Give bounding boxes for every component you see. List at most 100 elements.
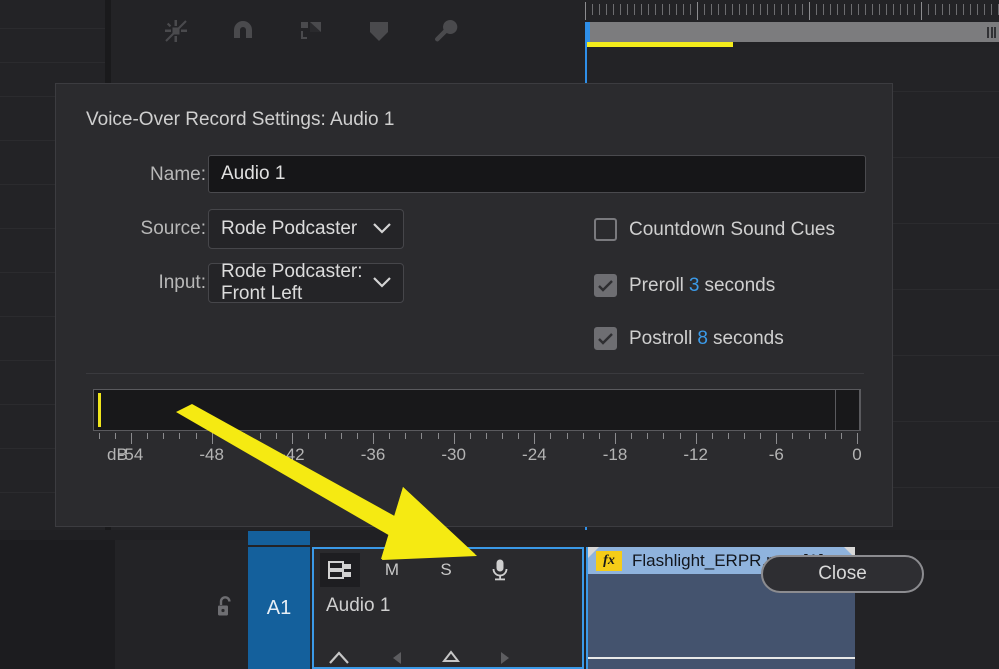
db-tick-minor bbox=[598, 433, 600, 439]
ruler-tick bbox=[767, 4, 768, 15]
db-tick-minor bbox=[840, 433, 842, 439]
db-tick-minor bbox=[308, 433, 310, 439]
db-tick-major bbox=[857, 433, 858, 444]
mute-button[interactable]: M bbox=[372, 553, 412, 587]
ruler-tick bbox=[886, 4, 887, 15]
db-tick-major bbox=[292, 433, 294, 444]
postroll-seconds-value[interactable]: 8 bbox=[697, 328, 708, 350]
keyframe-nav-row[interactable] bbox=[314, 647, 582, 669]
solo-button[interactable]: S bbox=[426, 553, 466, 587]
input-dropdown[interactable]: Rode Podcaster: Front Left bbox=[208, 261, 404, 304]
mute-label: M bbox=[384, 560, 400, 579]
db-tick-label: -36 bbox=[360, 445, 386, 464]
scrollbar-grip[interactable] bbox=[987, 27, 996, 38]
ruler-tick bbox=[879, 4, 880, 15]
wrench-settings-icon[interactable] bbox=[429, 14, 463, 48]
db-tick-major bbox=[615, 433, 616, 444]
source-label: Source: bbox=[140, 218, 206, 239]
checkbox-preroll[interactable]: Preroll 3 seconds bbox=[594, 274, 775, 297]
checkbox-postroll[interactable]: Postroll 8 seconds bbox=[594, 327, 784, 350]
ruler-tick bbox=[802, 4, 803, 15]
db-tick-label: -12 bbox=[683, 445, 708, 464]
ruler-tick bbox=[977, 4, 978, 15]
db-tick-minor bbox=[114, 433, 116, 439]
solo-label: S bbox=[440, 560, 452, 579]
db-tick-minor bbox=[227, 433, 229, 439]
keyframe-add-icon[interactable] bbox=[328, 650, 350, 669]
marker-shield-icon[interactable] bbox=[362, 14, 396, 48]
db-tick-major bbox=[534, 433, 536, 444]
db-tick-minor bbox=[98, 433, 100, 439]
db-tick-minor bbox=[550, 433, 552, 439]
timeline-scrollbar[interactable] bbox=[585, 22, 999, 42]
source-dropdown[interactable]: Rode Podcaster bbox=[208, 209, 404, 249]
preroll-seconds-value[interactable]: 3 bbox=[689, 275, 700, 297]
ruler-tick bbox=[739, 4, 740, 15]
close-button[interactable]: Close bbox=[761, 555, 924, 593]
ruler-tick bbox=[781, 4, 782, 15]
timeline-toolbar bbox=[111, 0, 585, 62]
db-tick-minor bbox=[808, 433, 810, 439]
db-tick-minor bbox=[163, 433, 165, 439]
voice-over-record-settings-dialog: Voice-Over Record Settings: Audio 1 Name… bbox=[55, 83, 924, 593]
chevron-down-icon bbox=[373, 218, 391, 240]
keyframe-marker-icon[interactable] bbox=[441, 650, 461, 669]
db-tick-minor bbox=[502, 433, 504, 439]
db-tick-minor bbox=[485, 433, 487, 439]
db-tick-minor bbox=[792, 433, 794, 439]
ruler-tick bbox=[760, 4, 761, 15]
db-tick-minor bbox=[276, 433, 278, 439]
db-tick-minor bbox=[760, 433, 762, 439]
dialog-title: Voice-Over Record Settings: Audio 1 bbox=[86, 109, 395, 130]
marker-flag-icon[interactable] bbox=[294, 14, 328, 48]
track-target-icon[interactable] bbox=[320, 553, 360, 587]
linked-selection-icon[interactable] bbox=[159, 14, 193, 48]
ruler-tick bbox=[711, 4, 712, 15]
db-tick-minor bbox=[824, 433, 826, 439]
track-name-label: A1 bbox=[266, 596, 292, 619]
db-tick-minor bbox=[195, 433, 197, 439]
db-tick-label: -54 bbox=[118, 445, 144, 464]
microphone-icon[interactable] bbox=[480, 553, 520, 587]
db-tick-minor bbox=[663, 433, 665, 439]
ruler-tick bbox=[676, 4, 677, 15]
keyframe-prev-icon[interactable] bbox=[390, 650, 404, 669]
db-tick-minor bbox=[711, 433, 713, 439]
ruler-tick bbox=[606, 4, 607, 15]
snap-magnet-icon[interactable] bbox=[226, 14, 260, 48]
checkbox-box-icon bbox=[594, 218, 617, 241]
ruler-tick bbox=[837, 4, 838, 15]
ruler-tick bbox=[872, 4, 873, 15]
ruler-tick bbox=[809, 2, 810, 20]
ruler-tick bbox=[627, 4, 628, 15]
checkbox-countdown-sound-cues[interactable]: Countdown Sound Cues bbox=[594, 218, 835, 241]
track-title: Audio 1 bbox=[326, 595, 391, 616]
db-tick-label: -6 bbox=[768, 445, 784, 464]
fx-badge-icon: fx bbox=[596, 551, 622, 571]
ruler-tick bbox=[823, 4, 824, 15]
timeline-ruler[interactable] bbox=[585, 0, 999, 22]
lock-open-icon[interactable] bbox=[215, 595, 237, 619]
clip-handle-left[interactable] bbox=[588, 547, 599, 558]
db-tick-minor bbox=[437, 433, 439, 439]
ruler-tick bbox=[774, 4, 775, 15]
db-tick-minor bbox=[631, 433, 633, 439]
ruler-tick bbox=[585, 2, 586, 20]
name-label: Name: bbox=[150, 164, 206, 185]
db-tick-major bbox=[211, 433, 213, 444]
db-tick-minor bbox=[744, 433, 746, 439]
db-tick-label: -48 bbox=[199, 445, 224, 464]
name-input[interactable]: Audio 1 bbox=[208, 155, 866, 193]
ruler-tick bbox=[620, 4, 621, 15]
ruler-tick bbox=[956, 4, 957, 15]
checkbox-box-icon bbox=[594, 274, 617, 297]
ruler-tick bbox=[991, 4, 992, 15]
keyframe-next-icon[interactable] bbox=[498, 650, 512, 669]
ruler-tick bbox=[613, 4, 614, 15]
track-name-button[interactable]: A1 bbox=[248, 547, 310, 669]
audio-track-header[interactable]: M S Audio 1 bbox=[312, 547, 584, 669]
clip-indicator[interactable] bbox=[835, 389, 860, 431]
db-tick-minor bbox=[147, 433, 149, 439]
ruler-tick bbox=[907, 4, 908, 15]
ruler-tick bbox=[718, 4, 719, 15]
